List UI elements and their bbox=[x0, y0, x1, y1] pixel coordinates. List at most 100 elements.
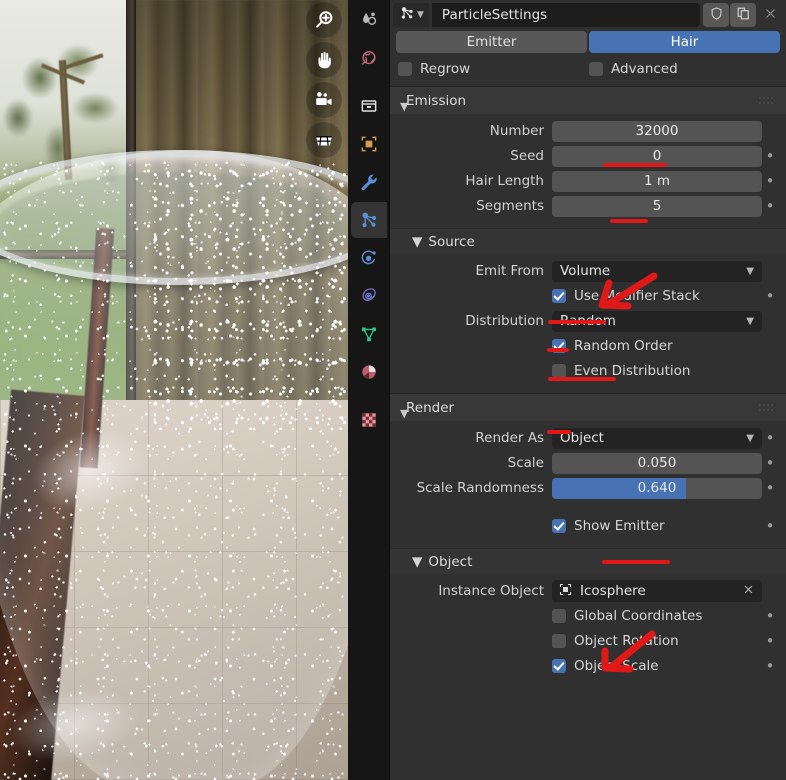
emit-from-row: Emit From Volume ▼ • bbox=[398, 260, 778, 282]
sidebar-item-texture[interactable] bbox=[351, 402, 387, 438]
use-modifier-stack-animate-dot[interactable]: • bbox=[762, 288, 778, 304]
render-viewport[interactable] bbox=[0, 0, 348, 780]
sidebar-item-constraints[interactable] bbox=[351, 278, 387, 314]
segments-field[interactable]: 5 bbox=[552, 195, 762, 217]
object-rotation-checkbox-row[interactable]: Object Rotation bbox=[552, 633, 679, 649]
regrow-label: Regrow bbox=[420, 61, 471, 77]
number-label: Number bbox=[489, 123, 544, 139]
sidebar-item-material[interactable] bbox=[351, 354, 387, 390]
random-order-checkbox[interactable] bbox=[552, 339, 566, 353]
blender-window: ▼ ParticleSettings Emitter Hair Regrow A… bbox=[0, 0, 786, 780]
regrow-checkbox[interactable] bbox=[398, 62, 412, 76]
scale-randomness-slider[interactable]: 0.640 bbox=[552, 477, 762, 499]
sidebar-item-modifiers[interactable] bbox=[351, 164, 387, 200]
seed-animate-dot[interactable]: • bbox=[762, 148, 778, 164]
object-square-icon bbox=[359, 134, 379, 154]
camera-back-icon bbox=[359, 48, 379, 68]
unlink-datablock-button[interactable] bbox=[757, 3, 783, 27]
sidebar-item-tool[interactable] bbox=[351, 2, 387, 38]
random-order-row: Random Order • bbox=[398, 335, 778, 357]
advanced-checkbox-row[interactable]: Advanced bbox=[589, 61, 780, 77]
panel-drag-handle[interactable] bbox=[759, 404, 774, 411]
source-subpanel-header[interactable]: ▼ Source bbox=[390, 228, 786, 254]
orthographic-gizmo[interactable] bbox=[306, 122, 342, 158]
scale-randomness-animate-dot[interactable]: • bbox=[762, 480, 778, 496]
number-field[interactable]: 32000 bbox=[552, 120, 762, 142]
particles-icon bbox=[359, 210, 379, 230]
advanced-checkbox[interactable] bbox=[589, 62, 603, 76]
instance-object-field[interactable]: Icosphere bbox=[552, 580, 762, 602]
object-rotation-animate-dot[interactable]: • bbox=[762, 633, 778, 649]
chevron-down-icon: ▼ bbox=[412, 233, 423, 250]
source-subpanel-body: Emit From Volume ▼ • Use Modifier Stack bbox=[390, 254, 786, 393]
seed-field[interactable]: 0 bbox=[552, 145, 762, 167]
object-scale-checkbox-row[interactable]: Object Scale bbox=[552, 658, 659, 674]
sidebar-item-physics[interactable] bbox=[351, 240, 387, 276]
zoom-gizmo[interactable] bbox=[306, 2, 342, 38]
emission-panel-title: Emission bbox=[406, 92, 467, 109]
global-coordinates-checkbox-row[interactable]: Global Coordinates bbox=[552, 608, 702, 624]
use-modifier-stack-checkbox[interactable] bbox=[552, 289, 566, 303]
show-emitter-checkbox[interactable] bbox=[552, 519, 566, 533]
datablock-type-selector[interactable]: ▼ bbox=[393, 3, 429, 27]
even-distribution-checkbox-row[interactable]: Even Distribution bbox=[552, 363, 690, 379]
hair-length-label: Hair Length bbox=[465, 173, 544, 189]
object-rotation-checkbox[interactable] bbox=[552, 634, 566, 648]
object-scale-label: Object Scale bbox=[574, 658, 659, 674]
global-coordinates-checkbox[interactable] bbox=[552, 609, 566, 623]
sidebar-item-particles[interactable] bbox=[350, 202, 387, 238]
scale-animate-dot[interactable]: • bbox=[762, 455, 778, 471]
even-distribution-checkbox[interactable] bbox=[552, 364, 566, 378]
object-square-icon bbox=[558, 582, 573, 601]
object-rotation-row: Object Rotation • bbox=[398, 630, 778, 652]
render-panel-body: Render As Object ▼ • Scale 0.050 • Scale… bbox=[390, 421, 786, 548]
camera-view-gizmo[interactable] bbox=[306, 82, 342, 118]
object-subpanel-header[interactable]: ▼ Object bbox=[390, 548, 786, 574]
shield-icon bbox=[709, 6, 724, 25]
render-as-animate-dot[interactable]: • bbox=[762, 430, 778, 446]
render-as-dropdown[interactable]: Object ▼ bbox=[552, 427, 762, 449]
render-panel-header[interactable]: ▼ Render bbox=[390, 393, 786, 421]
scale-randomness-row: Scale Randomness 0.640 • bbox=[398, 477, 778, 499]
panel-drag-handle[interactable] bbox=[759, 97, 774, 104]
global-coordinates-label: Global Coordinates bbox=[574, 608, 703, 624]
sidebar-item-data[interactable] bbox=[351, 316, 387, 352]
show-emitter-animate-dot[interactable]: • bbox=[762, 518, 778, 534]
hair-length-animate-dot[interactable]: • bbox=[762, 173, 778, 189]
emitter-button[interactable]: Emitter bbox=[396, 31, 587, 53]
clear-instance-object-button[interactable] bbox=[742, 583, 755, 600]
emit-from-dropdown[interactable]: Volume ▼ bbox=[552, 260, 762, 282]
pan-gizmo[interactable] bbox=[306, 42, 342, 78]
global-coordinates-animate-dot[interactable]: • bbox=[762, 608, 778, 624]
show-emitter-label: Show Emitter bbox=[574, 518, 665, 534]
number-animate-dot: • bbox=[762, 124, 778, 139]
sidebar-item-render[interactable] bbox=[351, 40, 387, 76]
emission-panel-body: Number 32000 • Seed 0 • Hair Length bbox=[390, 114, 786, 228]
object-scale-row: Object Scale • bbox=[398, 655, 778, 677]
datablock-name-field[interactable]: ParticleSettings bbox=[431, 3, 700, 27]
fake-user-button[interactable] bbox=[703, 3, 729, 27]
sidebar-item-object[interactable] bbox=[351, 126, 387, 162]
object-rotation-label: Object Rotation bbox=[574, 633, 679, 649]
distribution-dropdown[interactable]: Random ▼ bbox=[552, 310, 762, 332]
sidebar-item-output[interactable] bbox=[351, 88, 387, 124]
object-subpanel-body: Instance Object Icosphere Global Coordin… bbox=[390, 574, 786, 688]
scale-slider[interactable]: 0.050 bbox=[552, 452, 762, 474]
show-emitter-row: Show Emitter • bbox=[398, 515, 778, 537]
properties-editor: ▼ ParticleSettings Emitter Hair Regrow A… bbox=[390, 0, 786, 780]
emission-panel-header[interactable]: ▼ Emission bbox=[390, 86, 786, 114]
new-datablock-button[interactable] bbox=[730, 3, 756, 27]
scale-row: Scale 0.050 • bbox=[398, 452, 778, 474]
show-emitter-checkbox-row[interactable]: Show Emitter bbox=[552, 518, 665, 534]
hair-length-field[interactable]: 1 m bbox=[552, 170, 762, 192]
object-scale-checkbox[interactable] bbox=[552, 659, 566, 673]
regrow-checkbox-row[interactable]: Regrow bbox=[398, 61, 589, 77]
segments-animate-dot[interactable]: • bbox=[762, 198, 778, 214]
use-modifier-stack-checkbox-row[interactable]: Use Modifier Stack bbox=[552, 288, 700, 304]
random-order-checkbox-row[interactable]: Random Order bbox=[552, 338, 673, 354]
segments-label: Segments bbox=[476, 198, 544, 214]
hair-button[interactable]: Hair bbox=[589, 31, 780, 53]
emit-from-label: Emit From bbox=[475, 263, 544, 279]
chevron-down-icon: ▼ bbox=[412, 553, 423, 570]
object-scale-animate-dot[interactable]: • bbox=[762, 658, 778, 674]
